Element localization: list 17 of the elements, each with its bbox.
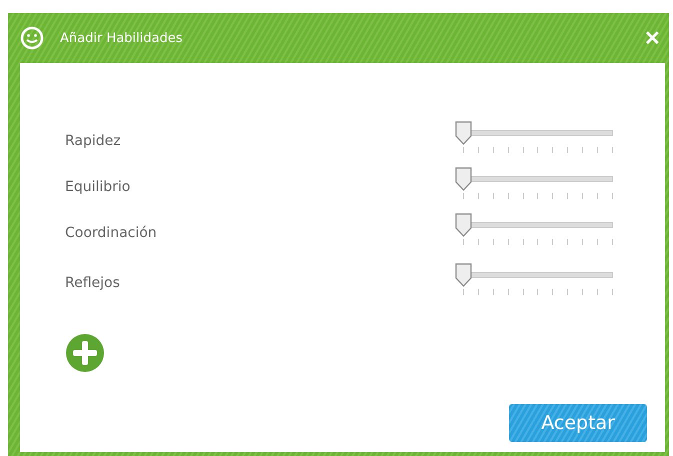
skill-slider[interactable]	[455, 213, 615, 247]
slider-thumb[interactable]	[455, 213, 472, 237]
skill-slider[interactable]	[455, 167, 615, 201]
smiley-icon	[20, 26, 44, 50]
slider-thumb[interactable]	[455, 263, 472, 287]
skill-label: Coordinación	[65, 225, 158, 241]
slider-thumb[interactable]	[455, 121, 472, 145]
skill-label: Reflejos	[65, 275, 121, 291]
skill-label: Rapidez	[65, 133, 122, 149]
skill-slider[interactable]	[455, 121, 615, 155]
skill-label: Equilibrio	[65, 179, 132, 195]
close-button[interactable]: ✕	[640, 26, 665, 50]
slider-thumb[interactable]	[455, 167, 472, 191]
window-title: Añadir Habilidades	[60, 30, 184, 46]
skill-slider[interactable]	[455, 263, 615, 297]
accept-button[interactable]: Aceptar	[509, 404, 647, 442]
add-button[interactable]	[65, 333, 105, 373]
